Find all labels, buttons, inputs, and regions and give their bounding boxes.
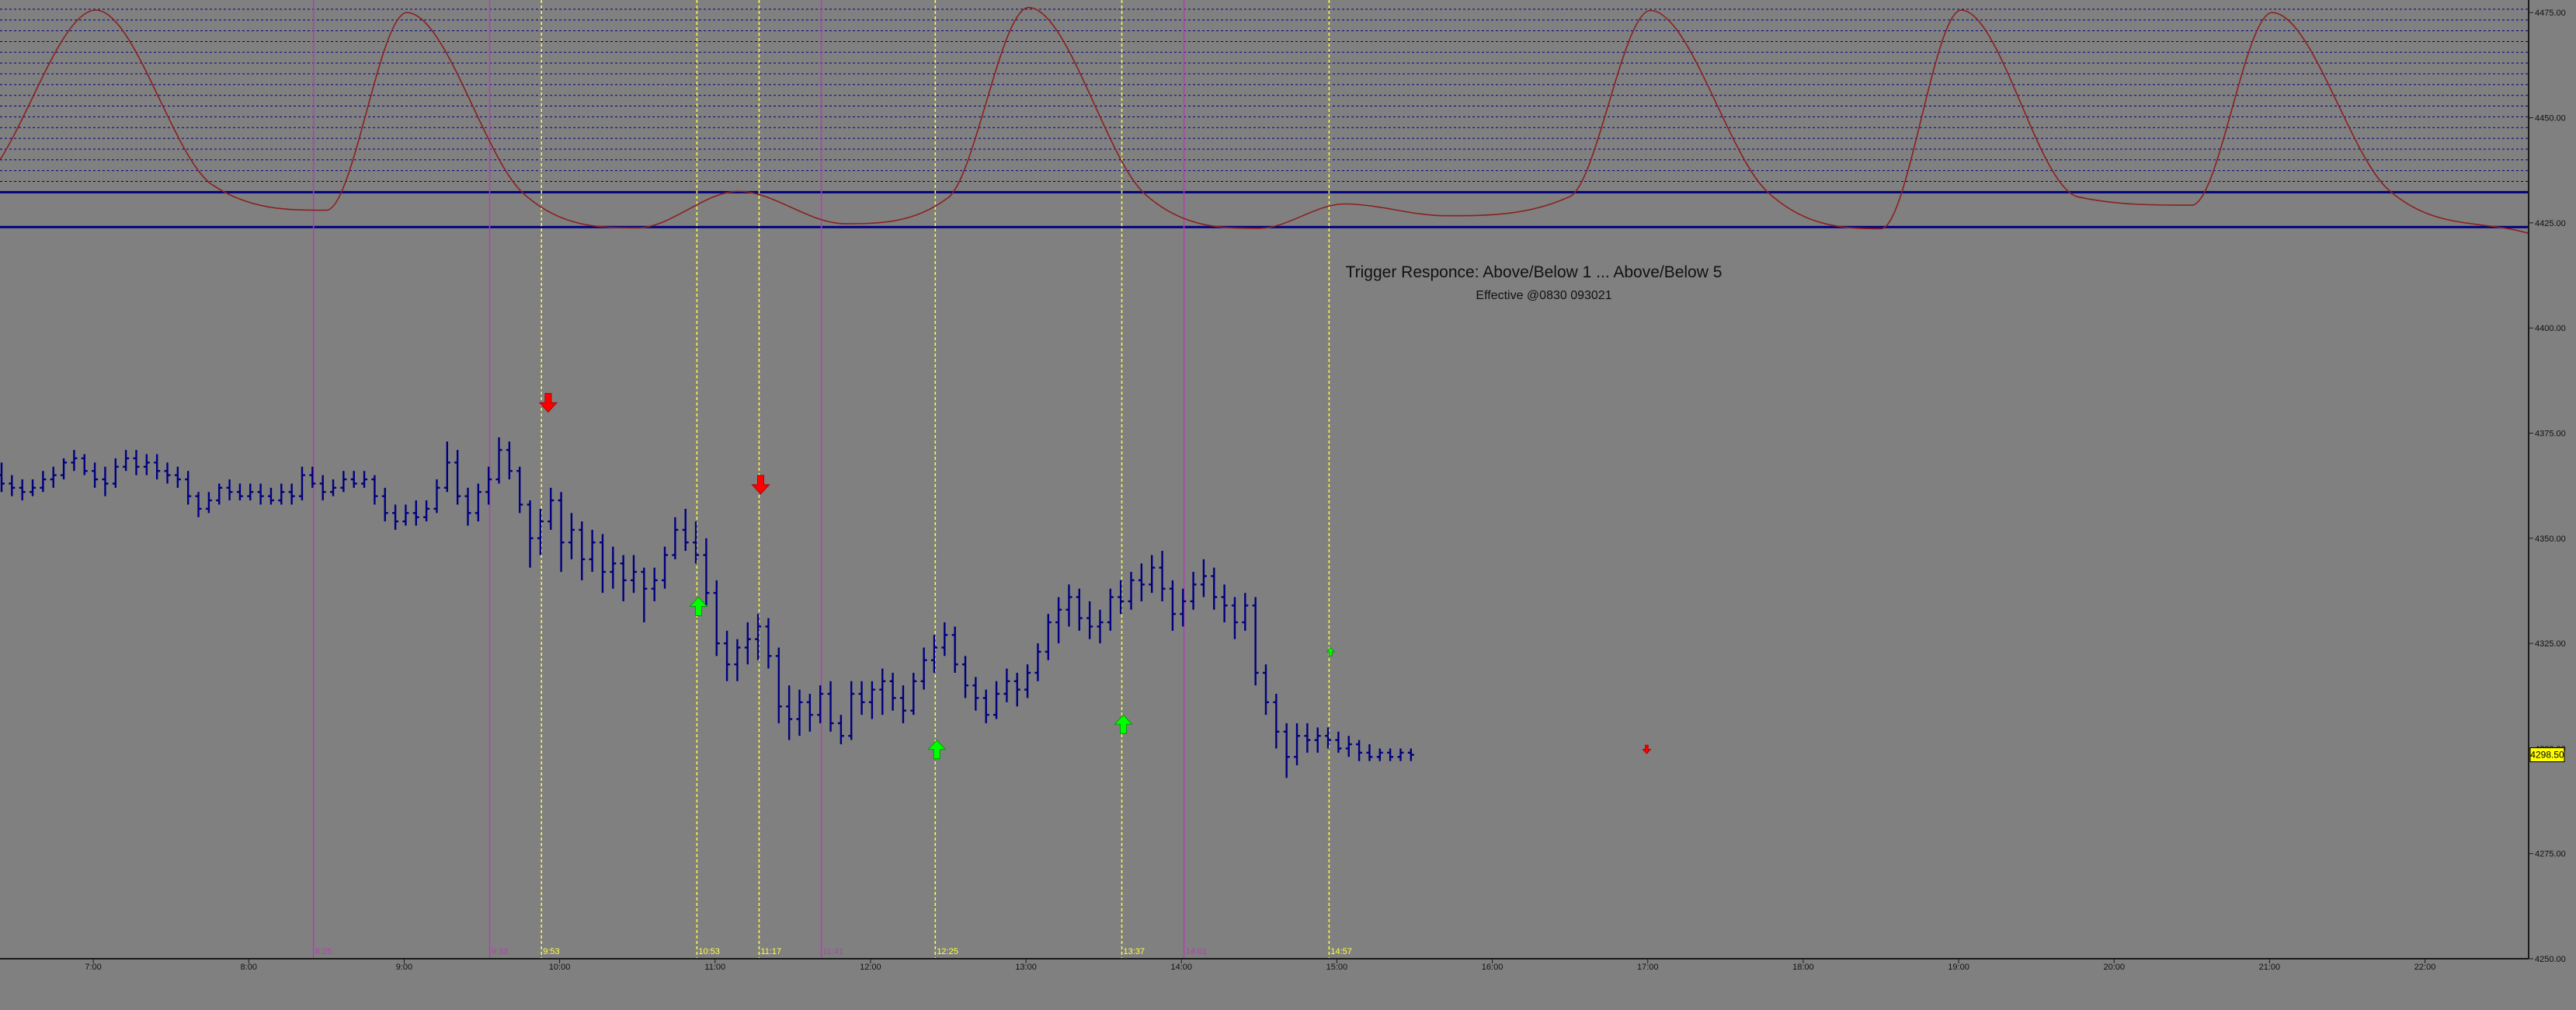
x-tick-label: 18:00	[1792, 963, 1814, 972]
x-tick-label: 14:00	[1170, 963, 1192, 972]
chart-title: Trigger Responce: Above/Below 1 ... Abov…	[1346, 263, 1723, 281]
x-tick-label: 11:00	[704, 963, 725, 972]
y-tick-label: 4325.00	[2535, 639, 2566, 649]
x-tick-label: 8:00	[241, 963, 257, 972]
x-tick-label: 21:00	[2259, 963, 2281, 972]
last-price-marker: 4298.50	[2529, 747, 2565, 762]
chart-subtitle: Effective @0830 093021	[1476, 289, 1611, 302]
y-tick-label: 4450.00	[2535, 114, 2566, 124]
x-tick-label: 7:00	[85, 963, 101, 972]
time-marker-label: 10:53	[698, 947, 720, 956]
time-marker-label: 14:01	[1186, 947, 1208, 956]
x-tick-label: 16:00	[1482, 963, 1504, 972]
y-tick-label: 4350.00	[2535, 535, 2566, 544]
x-tick-label: 17:00	[1637, 963, 1659, 972]
x-tick-label: 13:00	[1015, 963, 1037, 972]
price-chart: 4250.004275.004300.004325.004350.004375.…	[0, 0, 2576, 1006]
y-tick-label: 4275.00	[2535, 850, 2566, 859]
x-tick-label: 9:00	[396, 963, 412, 972]
y-tick-label: 4425.00	[2535, 219, 2566, 228]
x-tick-label: 19:00	[1948, 963, 1969, 972]
last-price-label: 4298.50	[2530, 750, 2564, 761]
chart-window: 4250.004275.004300.004325.004350.004375.…	[0, 0, 2576, 1006]
time-marker-label: 9:33	[492, 947, 508, 956]
x-tick-label: 20:00	[2103, 963, 2125, 972]
time-marker-label: 11:17	[760, 947, 781, 956]
plot-background	[0, 0, 2576, 1006]
x-tick-label: 12:00	[860, 963, 881, 972]
x-tick-label: 15:00	[1326, 963, 1348, 972]
y-tick-label: 4250.00	[2535, 955, 2566, 964]
time-marker-label: 8:25	[315, 947, 332, 956]
y-tick-label: 4375.00	[2535, 429, 2566, 438]
time-marker-label: 13:37	[1124, 947, 1145, 956]
x-tick-label: 10:00	[549, 963, 571, 972]
time-marker-label: 11:41	[823, 947, 844, 956]
x-tick-label: 22:00	[2414, 963, 2436, 972]
time-marker-label: 12:25	[937, 947, 958, 956]
time-marker-label: 9:53	[543, 947, 559, 956]
y-tick-label: 4400.00	[2535, 324, 2566, 333]
time-marker-label: 14:57	[1330, 947, 1352, 956]
y-tick-label: 4475.00	[2535, 9, 2566, 18]
